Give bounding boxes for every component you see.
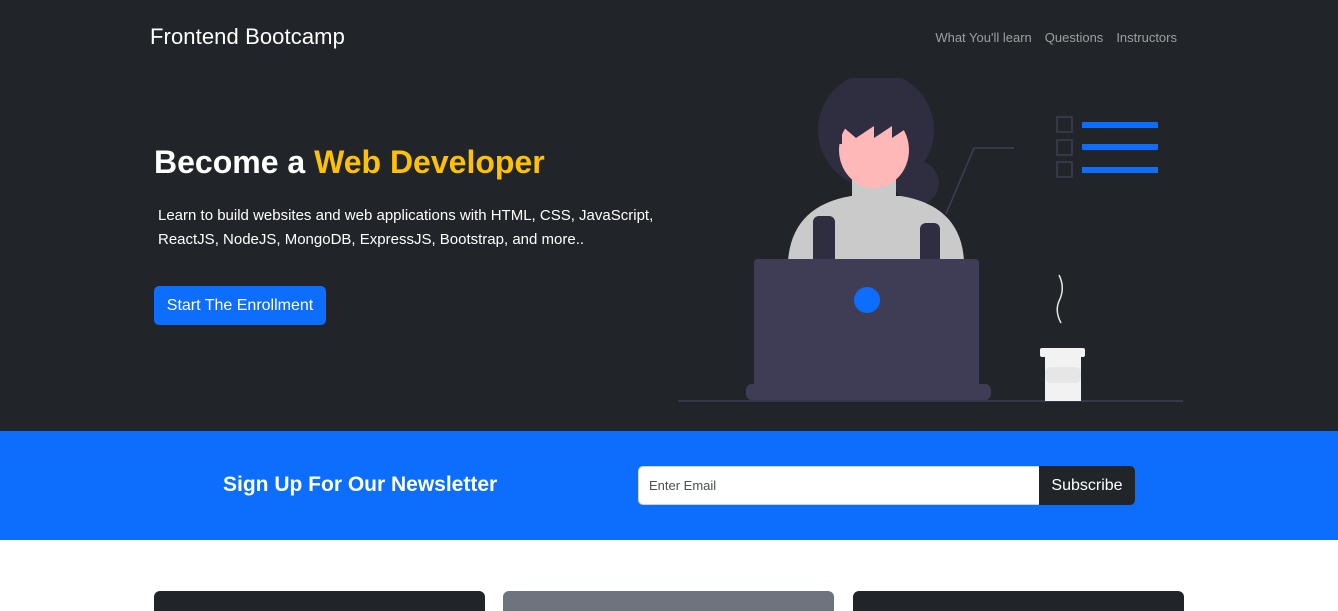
- feature-cards-section: [0, 540, 1338, 611]
- hero-title: Become a Web Developer: [154, 144, 545, 181]
- nav-menu: What You'll learn Questions Instructors: [935, 30, 1177, 45]
- hero-title-prefix: Become a: [154, 144, 315, 180]
- newsletter-title: Sign Up For Our Newsletter: [223, 473, 498, 496]
- person-figure: [788, 78, 964, 267]
- subscribe-button[interactable]: Subscribe: [1039, 466, 1135, 505]
- email-input[interactable]: [638, 466, 1039, 505]
- coffee-cup-icon: [1040, 274, 1085, 401]
- navbar: Frontend Bootcamp What You'll learn Ques…: [0, 0, 1338, 78]
- developer-at-laptop-illustration: [678, 78, 1183, 402]
- feature-card-3: [853, 591, 1184, 611]
- nav-link-what-youll-learn[interactable]: What You'll learn: [935, 30, 1031, 45]
- newsletter-section: Sign Up For Our Newsletter Subscribe: [0, 431, 1338, 540]
- brand-link[interactable]: Frontend Bootcamp: [150, 24, 345, 50]
- start-enrollment-button[interactable]: Start The Enrollment: [154, 286, 326, 325]
- newsletter-form: Subscribe: [638, 466, 1135, 505]
- hero-section: Become a Web Developer Learn to build we…: [0, 78, 1338, 431]
- feature-card-1: [154, 591, 485, 611]
- nav-link-instructors[interactable]: Instructors: [1116, 30, 1177, 45]
- checklist-icon: [945, 116, 1158, 215]
- feature-card-2: [503, 591, 834, 611]
- nav-link-questions[interactable]: Questions: [1045, 30, 1104, 45]
- laptop-icon: [746, 259, 991, 400]
- hero-lead: Learn to build websites and web applicat…: [158, 207, 654, 248]
- hero-title-accent: Web Developer: [314, 144, 545, 180]
